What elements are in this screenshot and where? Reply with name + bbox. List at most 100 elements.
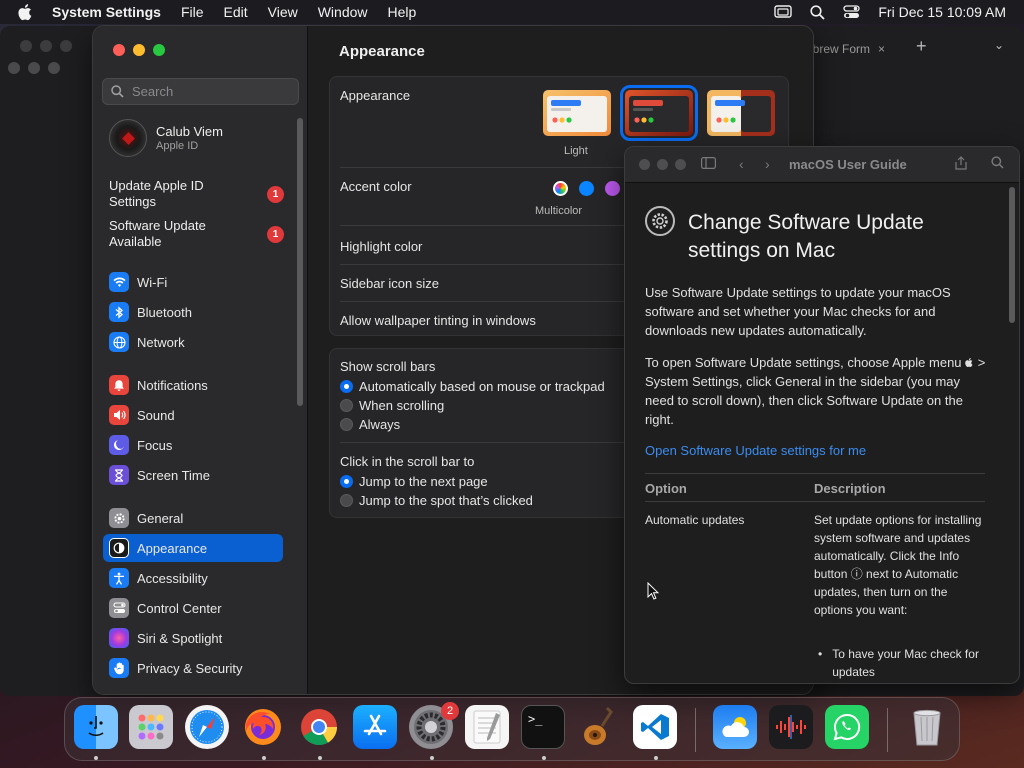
browser-tab-title: hbrew Form xyxy=(806,42,871,56)
weather-icon[interactable] xyxy=(713,705,757,749)
account-name: Calub Viem xyxy=(156,124,223,139)
accent-multicolor-swatch[interactable] xyxy=(553,181,568,196)
chevron-down-icon[interactable]: ⌄ xyxy=(994,38,1004,52)
help-scrollbar[interactable] xyxy=(1009,187,1015,323)
sidebar-item-control-center[interactable]: Control Center xyxy=(103,594,283,622)
chrome-icon[interactable] xyxy=(297,705,341,749)
sidebar-item-appearance[interactable]: Appearance xyxy=(103,534,283,562)
window-controls xyxy=(113,44,165,56)
menu-view[interactable]: View xyxy=(268,4,298,20)
close-window-button[interactable] xyxy=(639,159,650,170)
minimize-window-button[interactable] xyxy=(133,44,145,56)
sidebar-item-label: Network xyxy=(137,334,185,350)
launchpad-icon[interactable] xyxy=(129,705,173,749)
trash-icon[interactable] xyxy=(905,705,949,749)
accent-blue-swatch[interactable] xyxy=(579,181,594,196)
sidebar-item-privacy-security[interactable]: Privacy & Security xyxy=(103,654,283,682)
textedit-icon[interactable] xyxy=(465,705,509,749)
search-icon[interactable] xyxy=(991,156,1004,172)
safari-icon[interactable] xyxy=(185,705,229,749)
notification-badge: 1 xyxy=(267,185,284,203)
sidebar-item-notifications[interactable]: Notifications xyxy=(103,371,283,399)
search-input[interactable] xyxy=(132,84,292,99)
garageband-icon[interactable] xyxy=(577,705,621,749)
sidebar-item-general[interactable]: General xyxy=(103,504,283,532)
alert-update-apple-id[interactable]: Update Apple ID Settings 1 xyxy=(109,178,284,210)
scroll-bars-auto-option[interactable]: Automatically based on mouse or trackpad xyxy=(340,379,605,394)
sidebar-scrollbar[interactable] xyxy=(297,118,303,406)
close-window-button[interactable] xyxy=(113,44,125,56)
sidebar-icon-size-label: Sidebar icon size xyxy=(340,276,439,291)
menu-bar: System Settings File Edit View Window He… xyxy=(0,0,1024,24)
sidebar-item-screen-time[interactable]: Screen Time xyxy=(103,461,283,489)
terminal-icon[interactable]: >_ xyxy=(521,705,565,749)
globe-icon xyxy=(109,332,129,352)
appearance-dark-option[interactable] xyxy=(620,85,698,141)
sidebar-item-bluetooth[interactable]: Bluetooth xyxy=(103,298,283,326)
scroll-bars-when-scrolling-option[interactable]: When scrolling xyxy=(340,398,444,413)
app-store-icon[interactable] xyxy=(353,705,397,749)
zoom-window-button[interactable] xyxy=(675,159,686,170)
sidebar-item-wifi[interactable]: Wi-Fi xyxy=(103,268,283,296)
control-center-menu-icon[interactable] xyxy=(843,5,861,19)
highlight-color-label: Highlight color xyxy=(340,239,423,254)
minimize-window-button[interactable] xyxy=(657,159,668,170)
new-tab-button[interactable]: + xyxy=(916,36,927,57)
dock-separator xyxy=(887,708,888,752)
radio-selected[interactable] xyxy=(340,475,353,488)
zoom-window-button[interactable] xyxy=(153,44,165,56)
menu-file[interactable]: File xyxy=(181,4,204,20)
browser-tab[interactable]: hbrew Form × xyxy=(806,38,896,60)
appearance-icon xyxy=(109,538,129,558)
firefox-icon[interactable] xyxy=(241,705,285,749)
menu-datetime[interactable]: Fri Dec 15 10:09 AM xyxy=(878,4,1006,20)
sidebar-item-network[interactable]: Network xyxy=(103,328,283,356)
sidebar-item-label: Sound xyxy=(137,407,175,423)
sidebar-item-sound[interactable]: Sound xyxy=(103,401,283,429)
radio-selected[interactable] xyxy=(340,380,353,393)
apple-id-account[interactable]: Calub Viem Apple ID xyxy=(109,119,223,157)
finder-icon[interactable] xyxy=(74,705,118,749)
sidebar-toggle-icon[interactable] xyxy=(701,156,717,172)
appearance-light-option[interactable] xyxy=(543,90,611,136)
menu-help[interactable]: Help xyxy=(388,4,417,20)
speaker-icon xyxy=(109,405,129,425)
voice-memos-icon[interactable] xyxy=(769,705,813,749)
appearance-auto-option[interactable] xyxy=(707,90,775,136)
dock-separator xyxy=(695,708,696,752)
screen-mirroring-icon[interactable] xyxy=(774,5,793,19)
spotlight-search-icon[interactable] xyxy=(810,4,826,20)
search-field[interactable] xyxy=(102,78,299,105)
forward-icon[interactable]: › xyxy=(765,156,770,172)
radio[interactable] xyxy=(340,418,353,431)
click-spot-option[interactable]: Jump to the spot that’s clicked xyxy=(340,493,533,508)
open-software-update-link[interactable]: Open Software Update settings for me xyxy=(645,443,866,458)
back-icon[interactable]: ‹ xyxy=(739,156,744,172)
whatsapp-icon[interactable] xyxy=(825,705,869,749)
window-controls xyxy=(639,159,686,170)
sidebar-item-label: Accessibility xyxy=(137,570,208,586)
gear-icon xyxy=(109,508,129,528)
scroll-bars-always-option[interactable]: Always xyxy=(340,417,400,432)
radio[interactable] xyxy=(340,494,353,507)
menu-window[interactable]: Window xyxy=(318,4,368,20)
vscode-icon[interactable] xyxy=(633,705,677,749)
bluetooth-icon xyxy=(109,302,129,322)
sidebar-item-focus[interactable]: Focus xyxy=(103,431,283,459)
browser-tab-close-icon[interactable]: × xyxy=(878,42,885,56)
sidebar-item-siri-spotlight[interactable]: Siri & Spotlight xyxy=(103,624,283,652)
share-icon[interactable] xyxy=(955,156,967,173)
click-next-page-option[interactable]: Jump to the next page xyxy=(340,474,488,489)
apple-menu-icon[interactable] xyxy=(18,0,38,24)
sidebar-item-label: Control Center xyxy=(137,600,222,616)
radio[interactable] xyxy=(340,399,353,412)
click-scroll-bar-label: Click in the scroll bar to xyxy=(340,454,475,469)
accent-purple-swatch[interactable] xyxy=(605,181,620,196)
alert-software-update[interactable]: Software Update Available 1 xyxy=(109,218,284,250)
wifi-icon xyxy=(109,272,129,292)
sidebar-item-accessibility[interactable]: Accessibility xyxy=(103,564,283,592)
menu-app-name[interactable]: System Settings xyxy=(52,4,161,20)
alert-label: Update Apple ID Settings xyxy=(109,178,204,209)
menu-edit[interactable]: Edit xyxy=(224,4,248,20)
siri-icon xyxy=(109,628,129,648)
